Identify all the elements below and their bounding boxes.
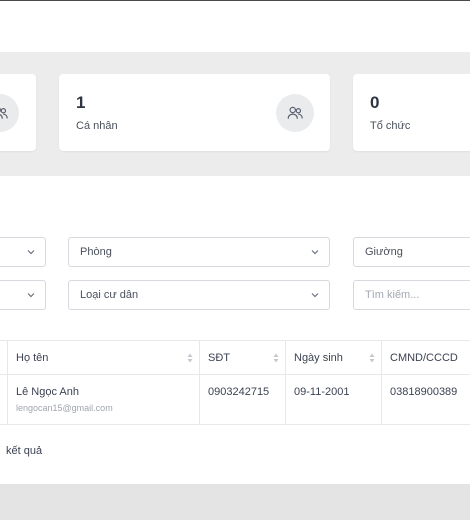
column-header-label: Họ tên [16, 351, 49, 364]
users-icon [0, 94, 19, 132]
stat-value: 0 [370, 93, 380, 112]
column-header-name[interactable]: Họ tên [8, 341, 200, 374]
chevron-down-icon [311, 293, 319, 298]
filter-select-partial-2[interactable] [0, 280, 46, 310]
top-bar [0, 0, 470, 52]
chevron-down-icon [27, 250, 35, 255]
resident-type-select[interactable]: Loại cư dân [68, 280, 330, 310]
chevron-down-icon [311, 250, 319, 255]
stat-card-to-chuc: 0 Tổ chức [353, 74, 470, 151]
sort-icon [369, 353, 375, 363]
table-header: Họ tên SĐT Ngày sinh CMND/CCCD [0, 341, 470, 375]
resident-email: lengocan15@gmail.com [16, 403, 113, 413]
users-icon [276, 94, 314, 132]
table-header-cell [0, 341, 8, 374]
room-select-value: Phòng [80, 246, 112, 258]
stat-label: Cá nhân [76, 120, 118, 132]
stats-section: 1 Cá nhân 0 Tổ chức [0, 52, 470, 176]
resident-type-select-value: Loại cư dân [80, 289, 139, 301]
column-header-label: Ngày sinh [294, 351, 343, 364]
cell-dob: 09-11-2001 [286, 375, 382, 424]
cell-name: Lê Ngọc Anh lengocan15@gmail.com [8, 375, 200, 424]
result-count-text: kết quả [6, 445, 43, 457]
resident-name: Lê Ngọc Anh [16, 386, 79, 398]
stat-label: Tổ chức [370, 120, 411, 132]
column-header-phone[interactable]: SĐT [200, 341, 286, 374]
column-header-id[interactable]: CMND/CCCD [382, 341, 470, 374]
residents-panel: Phòng Giường Loại cư dân Tìm kiếm... Họ … [0, 176, 470, 484]
sort-icon [273, 353, 279, 363]
sort-icon [187, 353, 193, 363]
stat-card-partial [0, 74, 36, 151]
column-header-dob[interactable]: Ngày sinh [286, 341, 382, 374]
chevron-down-icon [27, 293, 35, 298]
cell-phone: 0903242715 [200, 375, 286, 424]
cell-id-number: 03818900389 [390, 386, 458, 398]
search-input[interactable]: Tìm kiếm... [353, 280, 470, 310]
stat-card-ca-nhan: 1 Cá nhân [59, 74, 330, 151]
table-row[interactable]: Lê Ngọc Anh lengocan15@gmail.com 0903242… [0, 375, 470, 425]
residents-table: Họ tên SĐT Ngày sinh CMND/CCCD Lê Ngọc A… [0, 340, 470, 425]
bed-select[interactable]: Giường [353, 237, 470, 267]
column-header-label: SĐT [208, 351, 230, 364]
room-select[interactable]: Phòng [68, 237, 330, 267]
bed-select-value: Giường [365, 246, 403, 258]
column-header-label: CMND/CCCD [390, 351, 458, 364]
table-cell [0, 375, 8, 424]
search-input-placeholder: Tìm kiếm... [365, 289, 420, 301]
stat-value: 1 [76, 93, 86, 112]
filter-select-partial-1[interactable] [0, 237, 46, 267]
